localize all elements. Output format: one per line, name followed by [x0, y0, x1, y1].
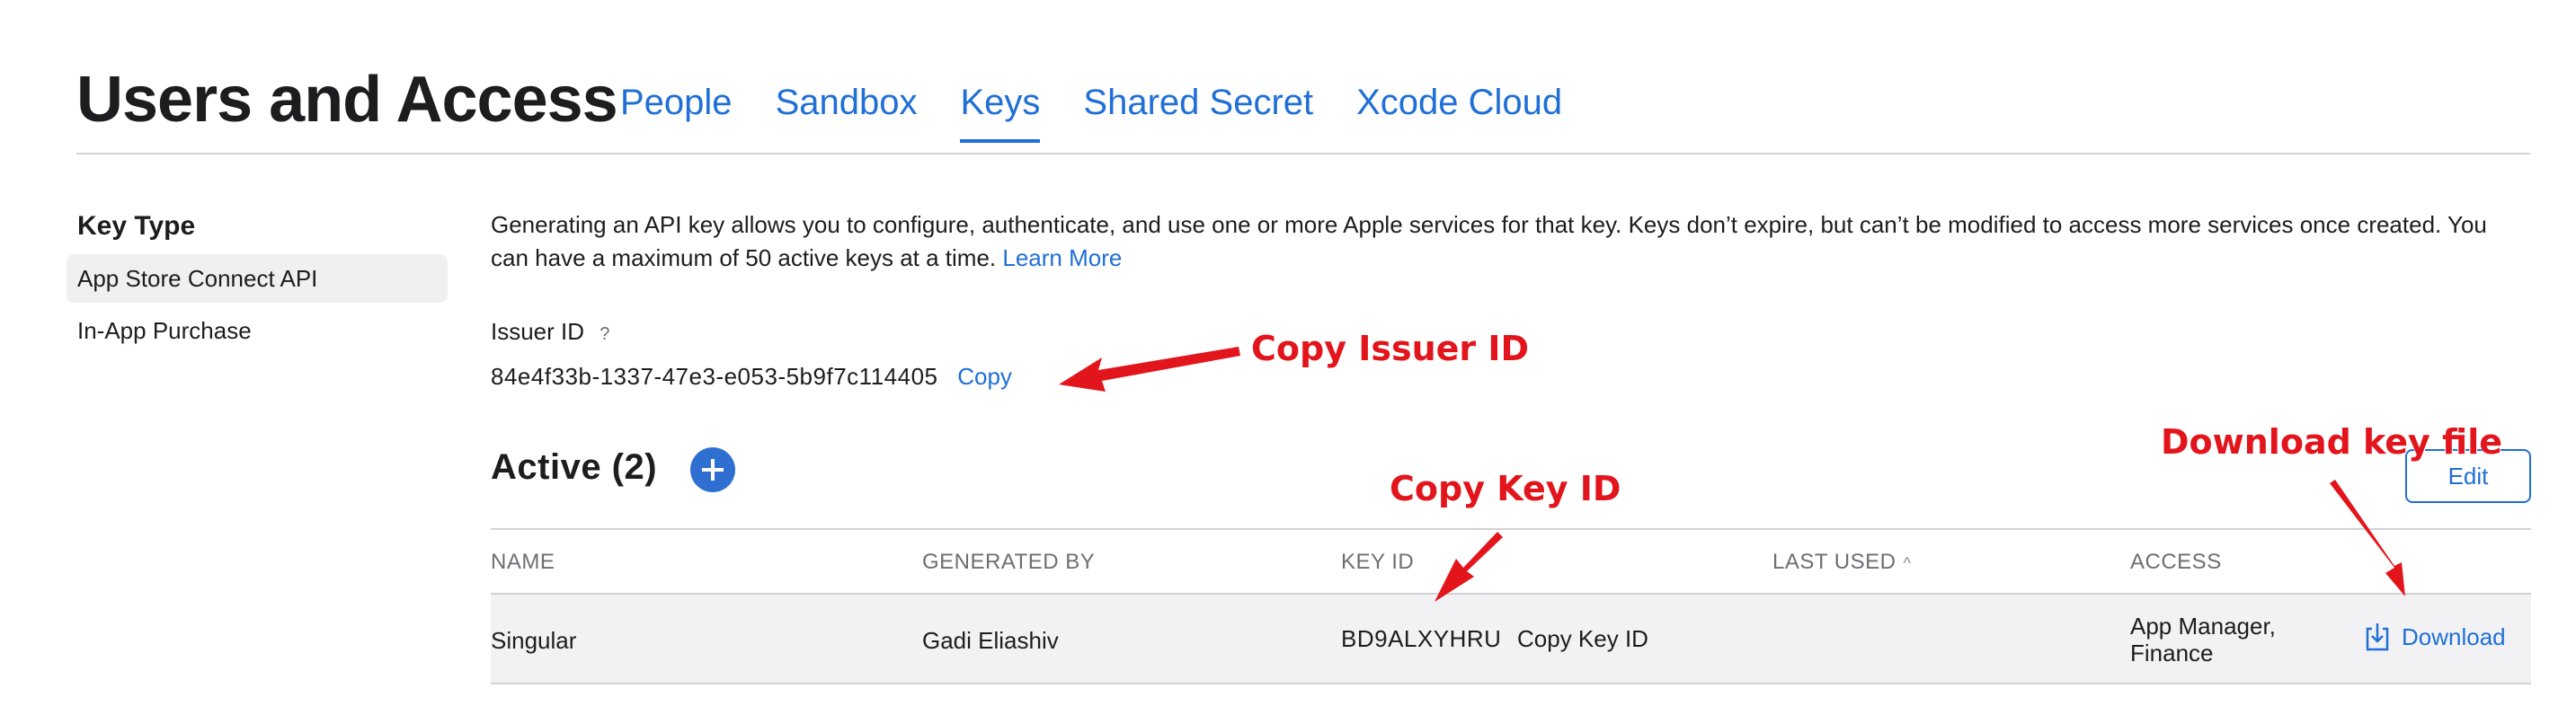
sidebar-item-app-store-connect-api[interactable]: App Store Connect API [67, 254, 448, 303]
column-header-last-used-label: LAST USED [1772, 550, 1896, 574]
chevron-up-icon: ^ [1903, 554, 1912, 572]
tab-people[interactable]: People [620, 83, 733, 143]
column-header-name[interactable]: NAME [491, 550, 555, 575]
issuer-id-label-text: Issuer ID [491, 318, 585, 345]
download-icon [2366, 623, 2389, 651]
intro-text: Generating an API key allows you to conf… [491, 208, 2531, 275]
issuer-id-row: 84e4f33b-1337-47e3-e053-5b9f7c114405 Cop… [491, 363, 1012, 391]
keys-table: NAME GENERATED BY KEY ID LAST USED ^ ACCE… [491, 528, 2531, 684]
sidebar: Key Type App Store Connect API In-App Pu… [67, 211, 448, 358]
tab-bar: People Sandbox Keys Shared Secret Xcode … [620, 83, 1605, 143]
download-label: Download [2402, 622, 2506, 650]
key-id-value: BD9ALXYHRU [1341, 625, 1502, 652]
access-line: App Manager, [2130, 613, 2276, 640]
help-icon[interactable]: ? [600, 324, 609, 345]
download-button[interactable]: Download [2364, 622, 2506, 652]
column-header-access[interactable]: ACCESS [2130, 550, 2222, 575]
column-header-key-id[interactable]: KEY ID [1341, 550, 1414, 575]
sidebar-item-in-app-purchase[interactable]: In-App Purchase [67, 306, 448, 355]
arrow-copy-issuer [1059, 347, 1240, 392]
tab-keys[interactable]: Keys [960, 83, 1040, 143]
tab-sandbox[interactable]: Sandbox [776, 83, 918, 143]
table-header: NAME GENERATED BY KEY ID LAST USED ^ ACCE… [491, 530, 2531, 595]
add-key-button[interactable] [690, 447, 735, 492]
tab-xcode-cloud[interactable]: Xcode Cloud [1356, 83, 1562, 143]
table-row: Singular Gadi Eliashiv BD9ALXYHRU Copy K… [491, 595, 2531, 684]
intro-paragraph: Generating an API key allows you to conf… [491, 211, 2487, 271]
column-header-generated-by[interactable]: GENERATED BY [922, 550, 1095, 575]
issuer-id-label: Issuer ID ? [491, 318, 609, 346]
copy-key-id-link[interactable]: Copy Key ID [1517, 625, 1648, 653]
copy-issuer-id-link[interactable]: Copy [957, 363, 1012, 390]
main-content: Generating an API key allows you to conf… [491, 208, 2531, 684]
page-title: Users and Access [76, 64, 618, 136]
annotation-copy-key-id: Copy Key ID [1390, 469, 1621, 508]
generated-by: Gadi Eliashiv [922, 627, 1059, 654]
key-name: Singular [491, 627, 577, 654]
issuer-id-value: 84e4f33b-1337-47e3-e053-5b9f7c114405 [491, 363, 938, 390]
access-value: App Manager, Finance [2130, 613, 2276, 666]
annotation-copy-issuer-id: Copy Issuer ID [1251, 329, 1530, 368]
header-divider [76, 153, 2530, 154]
learn-more-link[interactable]: Learn More [1002, 244, 1122, 271]
active-keys-title: Active (2) [491, 447, 658, 487]
annotation-download-key-file: Download key file [2161, 422, 2502, 462]
tab-shared-secret[interactable]: Shared Secret [1083, 83, 1313, 143]
column-header-last-used[interactable]: LAST USED ^ [1772, 550, 1911, 575]
access-line: Finance [2130, 640, 2214, 666]
sidebar-heading: Key Type [77, 211, 196, 241]
